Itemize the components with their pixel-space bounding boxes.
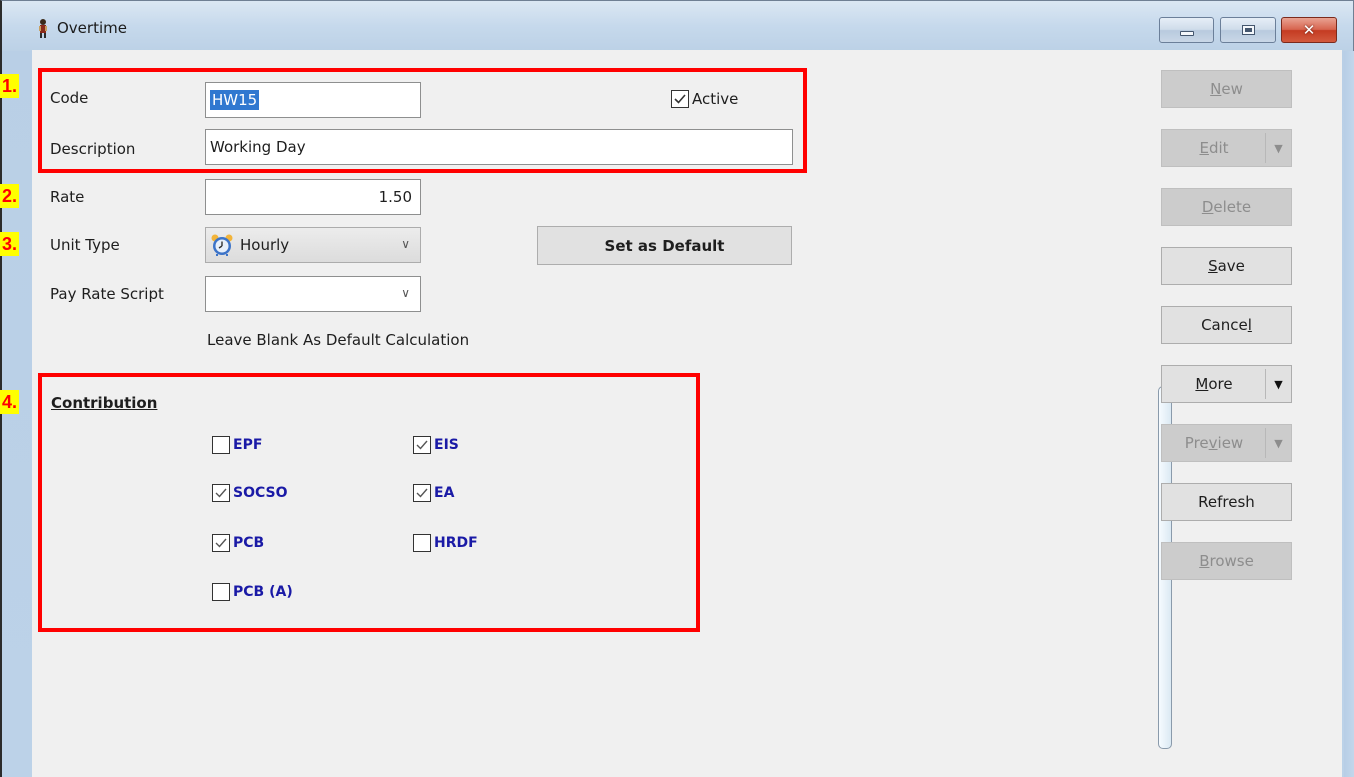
- rate-input[interactable]: 1.50: [205, 179, 421, 215]
- description-input[interactable]: Working Day: [205, 129, 793, 165]
- pay-rate-script-hint: Leave Blank As Default Calculation: [207, 331, 469, 349]
- pcb-a-checkbox[interactable]: PCB (A): [212, 583, 293, 601]
- socso-label: SOCSO: [233, 485, 288, 501]
- checkmark-icon: [673, 92, 687, 106]
- rate-value: 1.50: [379, 188, 412, 206]
- checkmark-icon: [214, 536, 228, 550]
- unit-type-value: Hourly: [240, 236, 289, 254]
- new-button[interactable]: New: [1161, 70, 1292, 108]
- preview-button[interactable]: Preview ▼: [1161, 424, 1292, 462]
- ea-checkbox[interactable]: EA: [413, 484, 454, 502]
- edit-button-label: Edit: [1162, 130, 1266, 166]
- checkmark-icon: [214, 486, 228, 500]
- unit-type-select[interactable]: Hourly ∨: [205, 227, 421, 263]
- ea-check-box[interactable]: [413, 484, 431, 502]
- eis-check-box[interactable]: [413, 436, 431, 454]
- browse-button[interactable]: Browse: [1161, 542, 1292, 580]
- browse-button-label: Browse: [1199, 552, 1254, 570]
- pcb-label: PCB: [233, 535, 264, 551]
- minimize-button[interactable]: [1159, 17, 1214, 43]
- cancel-button-label: Cancel: [1201, 316, 1252, 334]
- window-title: Overtime: [57, 19, 127, 37]
- delete-button-label: Delete: [1202, 198, 1251, 216]
- hrdf-check-box[interactable]: [413, 534, 431, 552]
- chevron-down-icon: ∨: [401, 286, 410, 300]
- new-button-label: New: [1210, 80, 1243, 98]
- edit-button[interactable]: Edit ▼: [1161, 129, 1292, 167]
- close-icon: ✕: [1303, 21, 1316, 39]
- epf-label: EPF: [233, 437, 262, 453]
- active-checkbox[interactable]: Active: [671, 90, 738, 108]
- window-right-border: [1344, 51, 1354, 777]
- checkmark-icon: [415, 438, 429, 452]
- pcb-check-box[interactable]: [212, 534, 230, 552]
- close-button[interactable]: ✕: [1281, 17, 1337, 43]
- contribution-heading: Contribution: [51, 394, 157, 412]
- unit-type-label: Unit Type: [50, 236, 120, 254]
- pay-rate-script-select[interactable]: ∨: [205, 276, 421, 312]
- hrdf-checkbox[interactable]: HRDF: [413, 534, 478, 552]
- more-button-label: More: [1162, 366, 1266, 402]
- code-input[interactable]: HW15: [205, 82, 421, 118]
- eis-label: EIS: [434, 437, 459, 453]
- chevron-down-icon: ∨: [401, 237, 410, 251]
- description-label: Description: [50, 140, 135, 158]
- rate-label: Rate: [50, 188, 84, 206]
- active-label: Active: [692, 90, 738, 108]
- preview-button-label: Preview: [1162, 425, 1266, 461]
- annotation-label-4: 4.: [0, 390, 19, 414]
- pcb-a-label: PCB (A): [233, 584, 293, 600]
- eis-checkbox[interactable]: EIS: [413, 436, 459, 454]
- epf-check-box[interactable]: [212, 436, 230, 454]
- description-value: Working Day: [210, 138, 306, 156]
- annotation-label-2: 2.: [0, 184, 19, 208]
- ea-label: EA: [434, 485, 454, 501]
- maximize-button[interactable]: [1220, 17, 1276, 43]
- pay-rate-script-label: Pay Rate Script: [50, 285, 164, 303]
- minimize-icon: [1180, 31, 1194, 36]
- save-button-label: Save: [1208, 257, 1245, 275]
- pcb-a-check-box[interactable]: [212, 583, 230, 601]
- alarm-clock-icon: [210, 233, 234, 257]
- code-label: Code: [50, 89, 88, 107]
- set-as-default-button[interactable]: Set as Default: [537, 226, 792, 265]
- annotation-label-3: 3.: [0, 232, 19, 256]
- annotation-label-1: 1.: [0, 74, 19, 98]
- title-bar[interactable]: Overtime ✕: [2, 1, 1353, 51]
- refresh-button[interactable]: Refresh: [1161, 483, 1292, 521]
- hrdf-label: HRDF: [434, 535, 478, 551]
- maximize-icon: [1242, 25, 1255, 35]
- socso-check-box[interactable]: [212, 484, 230, 502]
- more-dropdown-icon[interactable]: ▼: [1265, 369, 1291, 399]
- active-check-box[interactable]: [671, 90, 689, 108]
- app-figure-icon: [36, 18, 50, 38]
- delete-button[interactable]: Delete: [1161, 188, 1292, 226]
- code-value: HW15: [210, 90, 259, 110]
- preview-dropdown-icon[interactable]: ▼: [1265, 428, 1291, 458]
- socso-checkbox[interactable]: SOCSO: [212, 484, 288, 502]
- edit-dropdown-icon[interactable]: ▼: [1265, 133, 1291, 163]
- epf-checkbox[interactable]: EPF: [212, 436, 262, 454]
- save-button[interactable]: Save: [1161, 247, 1292, 285]
- refresh-button-label: Refresh: [1198, 493, 1255, 511]
- cancel-button[interactable]: Cancel: [1161, 306, 1292, 344]
- pcb-checkbox[interactable]: PCB: [212, 534, 264, 552]
- checkmark-icon: [415, 486, 429, 500]
- more-button[interactable]: More ▼: [1161, 365, 1292, 403]
